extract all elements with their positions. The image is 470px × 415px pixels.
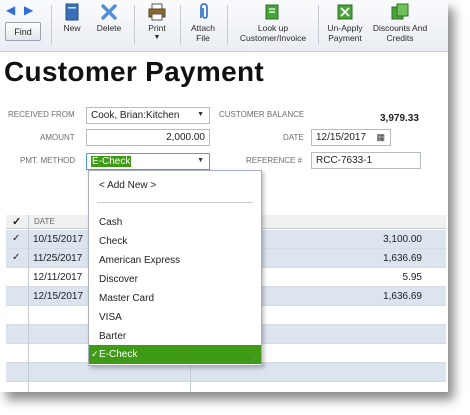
reference-label: REFERENCE # — [246, 156, 303, 165]
row-amount: 1,636.69 — [383, 291, 422, 302]
reference-input[interactable]: RCC-7633-1 — [311, 152, 421, 169]
discounts-icon — [391, 3, 409, 20]
option-barter[interactable]: Barter — [89, 327, 261, 346]
pmt-method-options-list: < Add New > Cash Check American Express … — [88, 170, 262, 366]
row-check-icon[interactable]: ✓ — [12, 233, 20, 244]
print-button[interactable]: Print ▼ — [142, 2, 172, 48]
page-title: Customer Payment — [4, 56, 264, 87]
row-date: 10/15/2017 — [33, 234, 84, 245]
discounts-label: Discounts And — [372, 23, 428, 33]
option-visa[interactable]: VISA — [89, 308, 261, 327]
un-apply-icon — [337, 4, 353, 20]
option-check[interactable]: Check — [89, 232, 261, 251]
printer-icon — [148, 3, 166, 21]
row-date: 12/15/2017 — [33, 291, 84, 302]
calendar-icon[interactable]: ▦ — [376, 132, 385, 143]
row-amount: 5.95 — [402, 272, 422, 283]
date-input[interactable]: 12/15/2017 ▦ — [311, 129, 391, 146]
row-date: 12/11/2017 — [33, 272, 83, 283]
pmt-method-dropdown[interactable]: E-Check ▼ — [86, 153, 210, 170]
select-all-check-icon[interactable]: ✓ — [12, 215, 21, 228]
look-up-label-2: Customer/Invoice — [239, 33, 307, 43]
list-divider — [97, 202, 253, 203]
customer-balance-label: CUSTOMER BALANCE — [219, 110, 305, 119]
attach-file-button[interactable]: Attach File — [186, 2, 220, 48]
option-e-check[interactable]: ✓ E-Check — [89, 345, 261, 364]
find-button[interactable]: Find — [5, 22, 41, 41]
column-divider — [28, 215, 29, 392]
attach-label-2: File — [196, 33, 210, 43]
toolbar-divider — [51, 5, 52, 45]
row-check-icon[interactable]: ✓ — [12, 252, 20, 263]
received-from-label: RECEIVED FROM — [8, 110, 75, 119]
date-value: 12/15/2017 — [316, 132, 367, 143]
un-apply-label: Un-Apply — [327, 23, 363, 33]
toolbar-divider — [134, 5, 135, 45]
resize-grip-icon[interactable]: ⋰ — [251, 354, 259, 363]
row-amount: 1,636.69 — [383, 253, 422, 264]
received-from-dropdown[interactable]: Cook, Brian:Kitchen ▼ — [86, 107, 210, 124]
amount-input[interactable]: 2,000.00 — [86, 129, 210, 146]
delete-x-icon — [101, 4, 117, 20]
discounts-and-credits-button[interactable]: Discounts And Credits — [368, 2, 432, 48]
look-up-icon — [265, 4, 279, 20]
option-cash[interactable]: Cash — [89, 213, 261, 232]
delete-label: Delete — [96, 23, 122, 33]
print-label: Print — [148, 23, 166, 33]
attach-label: Attach — [190, 23, 216, 33]
un-apply-label-2: Payment — [328, 33, 362, 43]
option-e-check-label: E-Check — [99, 349, 138, 360]
table-row[interactable] — [6, 382, 446, 392]
option-american-express[interactable]: American Express — [89, 251, 261, 270]
new-label: New — [63, 23, 81, 33]
amount-label: AMOUNT — [40, 133, 75, 142]
chevron-down-icon[interactable]: ▼ — [197, 111, 204, 118]
un-apply-payment-button[interactable]: Un-Apply Payment — [322, 2, 368, 48]
look-up-label: Look up — [257, 23, 289, 33]
date-column-header[interactable]: DATE — [34, 217, 55, 226]
pmt-method-label: PMT. METHOD — [20, 156, 76, 165]
toolbar-divider — [227, 5, 228, 45]
toolbar-divider — [318, 5, 319, 45]
add-new-option[interactable]: < Add New > — [89, 176, 261, 195]
pmt-method-value: E-Check — [91, 156, 132, 167]
discounts-label-2: Credits — [386, 33, 414, 43]
delete-button[interactable]: Delete — [92, 2, 126, 48]
look-up-customer-invoice-button[interactable]: Look up Customer/Invoice — [231, 2, 315, 48]
toolbar: ◀ ▶ Find New Delete Print ▼ Attach File … — [0, 0, 448, 52]
amount-value: 2,000.00 — [166, 132, 205, 143]
customer-payment-window: ◀ ▶ Find New Delete Print ▼ Attach File … — [0, 0, 448, 392]
new-document-icon — [65, 3, 79, 21]
reference-value: RCC-7633-1 — [316, 155, 373, 166]
toolbar-divider — [180, 5, 181, 45]
chevron-down-icon: ▼ — [153, 34, 161, 41]
paperclip-icon — [200, 3, 208, 19]
previous-arrow-icon[interactable]: ◀ — [6, 4, 15, 16]
option-discover[interactable]: Discover — [89, 270, 261, 289]
new-button[interactable]: New — [57, 2, 87, 48]
row-amount: 3,100.00 — [383, 234, 422, 245]
option-master-card[interactable]: Master Card — [89, 289, 261, 308]
chevron-down-icon[interactable]: ▼ — [197, 157, 204, 164]
find-label: Find — [14, 26, 32, 37]
row-date: 11/25/2017 — [33, 253, 83, 264]
received-from-value: Cook, Brian:Kitchen — [91, 110, 180, 121]
next-arrow-icon[interactable]: ▶ — [24, 4, 33, 16]
checkmark-icon: ✓ — [91, 349, 99, 359]
column-divider — [190, 365, 191, 392]
date-label: DATE — [283, 133, 304, 142]
customer-balance-value: 3,979.33 — [380, 113, 419, 124]
